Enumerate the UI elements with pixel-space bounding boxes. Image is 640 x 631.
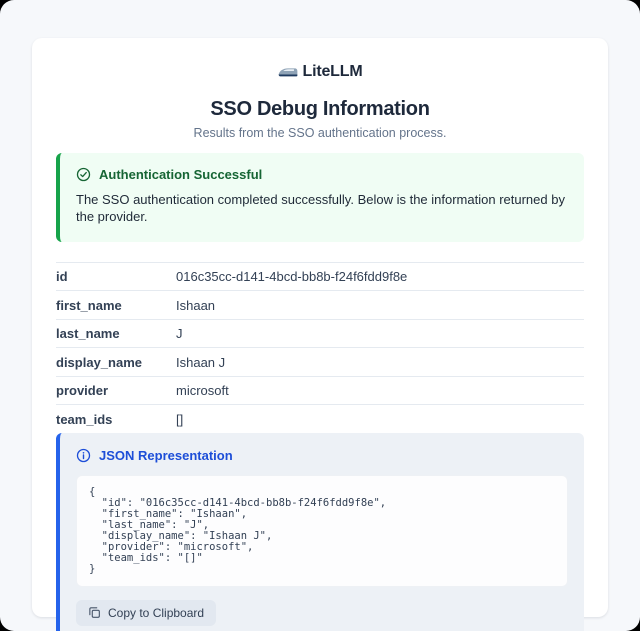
field-value: J bbox=[176, 326, 183, 341]
field-label: id bbox=[56, 269, 176, 284]
sso-debug-card: LiteLLM SSO Debug Information Results fr… bbox=[32, 38, 608, 617]
field-label: provider bbox=[56, 383, 176, 398]
table-row-team-ids: team_ids [] bbox=[56, 404, 584, 433]
copy-button-label: Copy to Clipboard bbox=[108, 606, 204, 620]
auth-success-alert: Authentication Successful The SSO authen… bbox=[56, 153, 584, 242]
page-title: SSO Debug Information bbox=[56, 98, 584, 121]
field-label: last_name bbox=[56, 326, 176, 341]
field-label: display_name bbox=[56, 355, 176, 370]
json-panel-title: JSON Representation bbox=[99, 448, 233, 463]
json-code-block: { "id": "016c35cc-d141-4bcd-bb8b-f24f6fd… bbox=[76, 475, 568, 587]
table-row-provider: provider microsoft bbox=[56, 376, 584, 405]
check-circle-icon bbox=[76, 167, 91, 182]
alert-message: The SSO authentication completed success… bbox=[76, 192, 568, 226]
field-value: 016c35cc-d141-4bcd-bb8b-f24f6fdd9f8e bbox=[176, 269, 407, 284]
field-label: first_name bbox=[56, 298, 176, 313]
sso-fields-table: id 016c35cc-d141-4bcd-bb8b-f24f6fdd9f8e … bbox=[56, 262, 584, 433]
field-value: Ishaan bbox=[176, 298, 215, 313]
app-logo: LiteLLM bbox=[56, 62, 584, 82]
alert-title: Authentication Successful bbox=[99, 167, 262, 182]
page-background: LiteLLM SSO Debug Information Results fr… bbox=[0, 0, 640, 631]
table-row-display-name: display_name Ishaan J bbox=[56, 347, 584, 376]
copy-icon bbox=[88, 606, 101, 619]
table-row-first-name: first_name Ishaan bbox=[56, 290, 584, 319]
bullet-train-icon bbox=[278, 65, 298, 79]
field-value: Ishaan J bbox=[176, 355, 225, 370]
table-row-last-name: last_name J bbox=[56, 319, 584, 348]
info-circle-icon bbox=[76, 448, 91, 463]
json-representation-panel: JSON Representation { "id": "016c35cc-d1… bbox=[56, 433, 584, 631]
field-value: [] bbox=[176, 412, 183, 427]
app-logo-text: LiteLLM bbox=[303, 63, 363, 81]
copy-to-clipboard-button[interactable]: Copy to Clipboard bbox=[76, 600, 216, 626]
field-label: team_ids bbox=[56, 412, 176, 427]
page-subtitle: Results from the SSO authentication proc… bbox=[56, 126, 584, 140]
field-value: microsoft bbox=[176, 383, 229, 398]
table-row-id: id 016c35cc-d141-4bcd-bb8b-f24f6fdd9f8e bbox=[56, 262, 584, 291]
